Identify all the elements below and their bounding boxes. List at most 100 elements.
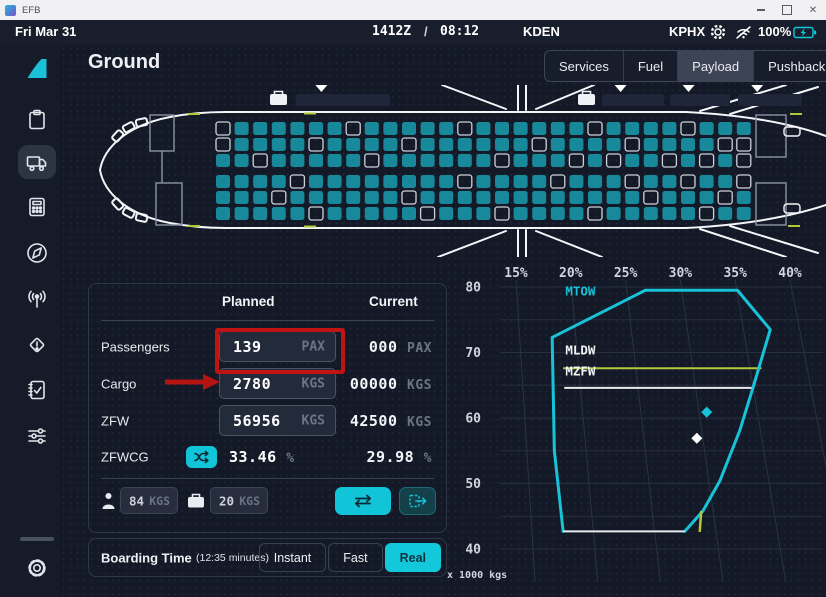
seat[interactable] — [551, 207, 565, 220]
seat[interactable] — [514, 175, 528, 188]
seat[interactable] — [272, 207, 286, 220]
seat[interactable] — [272, 154, 286, 167]
seat[interactable] — [290, 207, 304, 220]
seat[interactable] — [681, 138, 695, 151]
seat[interactable] — [495, 154, 509, 167]
seat[interactable] — [718, 175, 732, 188]
gear-icon[interactable] — [709, 23, 727, 41]
load-sheet-button[interactable] — [399, 487, 436, 515]
seat[interactable] — [272, 122, 286, 135]
seat[interactable] — [700, 207, 714, 220]
seat[interactable] — [272, 138, 286, 151]
seat[interactable] — [569, 175, 583, 188]
seat[interactable] — [551, 138, 565, 151]
seat[interactable] — [514, 154, 528, 167]
seat[interactable] — [328, 175, 342, 188]
seat[interactable] — [532, 154, 546, 167]
seat[interactable] — [607, 122, 621, 135]
seat[interactable] — [458, 207, 472, 220]
seat[interactable] — [737, 175, 751, 188]
seat[interactable] — [495, 175, 509, 188]
seat[interactable] — [216, 207, 230, 220]
minimize-button[interactable] — [748, 0, 774, 20]
fwd-cargo-bar[interactable] — [296, 94, 390, 106]
seat[interactable] — [551, 154, 565, 167]
seat[interactable] — [625, 175, 639, 188]
seat[interactable] — [235, 175, 249, 188]
seat[interactable] — [569, 154, 583, 167]
seat[interactable] — [532, 191, 546, 204]
zfw-planned-input[interactable]: 56956 KGS — [219, 405, 336, 436]
seat[interactable] — [309, 154, 323, 167]
seat[interactable] — [216, 175, 230, 188]
seat[interactable] — [476, 138, 490, 151]
seat[interactable] — [235, 207, 249, 220]
sidebar-item-dashboard[interactable] — [18, 103, 56, 137]
seat[interactable] — [476, 175, 490, 188]
seat[interactable] — [253, 154, 267, 167]
seat[interactable] — [662, 175, 676, 188]
seat[interactable] — [514, 122, 528, 135]
maximize-button[interactable] — [774, 0, 800, 20]
seat[interactable] — [439, 154, 453, 167]
fwd-cargo-slider[interactable] — [315, 85, 327, 92]
seat[interactable] — [402, 122, 416, 135]
seat[interactable] — [700, 191, 714, 204]
seat[interactable] — [588, 154, 602, 167]
aft-cargo-1-slider[interactable] — [615, 85, 627, 92]
seat[interactable] — [532, 122, 546, 135]
seat[interactable] — [681, 154, 695, 167]
seat[interactable] — [290, 175, 304, 188]
seat[interactable] — [309, 122, 323, 135]
tab-payload[interactable]: Payload — [677, 51, 753, 81]
seat[interactable] — [346, 154, 360, 167]
seat[interactable] — [737, 154, 751, 167]
seat[interactable] — [253, 122, 267, 135]
seat[interactable] — [402, 175, 416, 188]
seat[interactable] — [421, 138, 435, 151]
zfwcg-shuffle-button[interactable] — [186, 446, 217, 468]
seat[interactable] — [718, 191, 732, 204]
seat[interactable] — [700, 122, 714, 135]
seat[interactable] — [383, 138, 397, 151]
seat[interactable] — [328, 207, 342, 220]
seat[interactable] — [421, 207, 435, 220]
seat[interactable] — [253, 207, 267, 220]
seat[interactable] — [569, 138, 583, 151]
seat[interactable] — [551, 122, 565, 135]
seat[interactable] — [644, 175, 658, 188]
passengers-planned-input[interactable]: 139 PAX — [219, 331, 336, 362]
sidebar-item-settings[interactable] — [18, 551, 56, 585]
sidebar-item-presets[interactable] — [18, 419, 56, 453]
seat[interactable] — [346, 207, 360, 220]
seat[interactable] — [625, 138, 639, 151]
seat[interactable] — [551, 175, 565, 188]
seat[interactable] — [216, 122, 230, 135]
seat[interactable] — [476, 207, 490, 220]
seat[interactable] — [421, 122, 435, 135]
seat[interactable] — [383, 207, 397, 220]
seat[interactable] — [588, 122, 602, 135]
seat[interactable] — [681, 122, 695, 135]
seat[interactable] — [514, 207, 528, 220]
seat[interactable] — [346, 175, 360, 188]
seat[interactable] — [662, 191, 676, 204]
seat[interactable] — [290, 191, 304, 204]
seat[interactable] — [625, 122, 639, 135]
boarding-mode-instant[interactable]: Instant — [259, 543, 327, 572]
seat[interactable] — [309, 175, 323, 188]
seat[interactable] — [476, 154, 490, 167]
seat[interactable] — [253, 138, 267, 151]
seat[interactable] — [216, 191, 230, 204]
seat[interactable] — [700, 138, 714, 151]
seat[interactable] — [532, 175, 546, 188]
seat[interactable] — [458, 175, 472, 188]
aft-cargo-1-bar[interactable] — [602, 94, 664, 106]
seat[interactable] — [272, 175, 286, 188]
boarding-mode-fast[interactable]: Fast — [328, 543, 382, 572]
sidebar-item-ground[interactable] — [18, 145, 56, 179]
seat[interactable] — [514, 138, 528, 151]
seat[interactable] — [235, 191, 249, 204]
seat[interactable] — [365, 207, 379, 220]
seat[interactable] — [290, 138, 304, 151]
